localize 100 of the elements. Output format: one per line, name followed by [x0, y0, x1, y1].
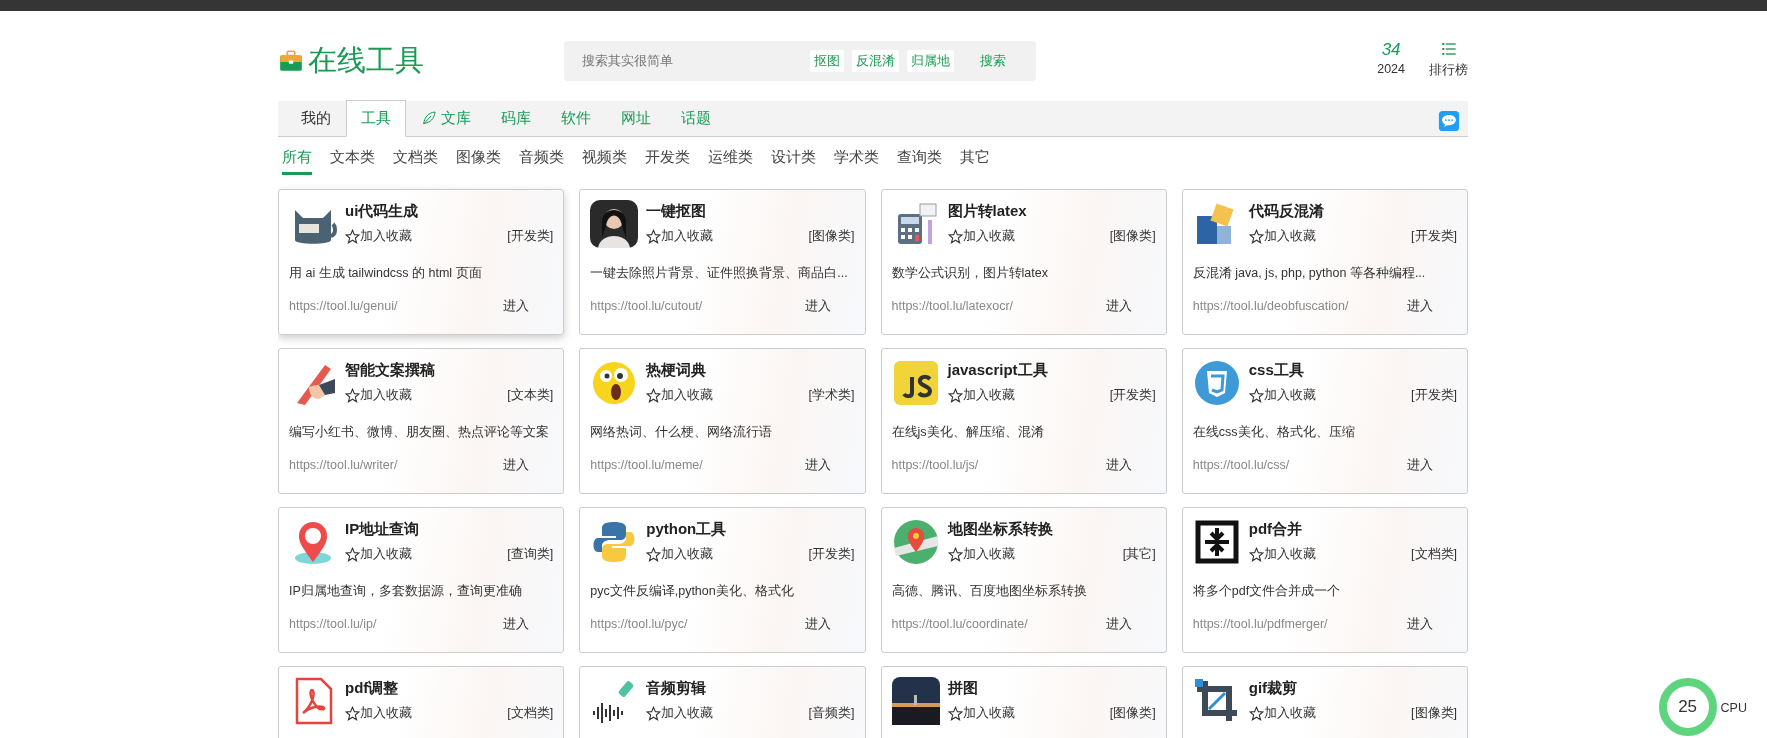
tool-card[interactable]: 智能文案撰稿 加入收藏 [文本类] 编写小红书、微博、朋友圈、热点评论等文案 https://tool.lu/writer/ 进入 — [278, 348, 565, 495]
nav-tab[interactable]: 我的 — [286, 100, 346, 137]
category-tab[interactable]: 开发类 — [645, 144, 690, 176]
category-label: [开发类] — [507, 227, 554, 245]
category-tab[interactable]: 所有 — [282, 144, 312, 176]
category-label: [开发类] — [1109, 386, 1156, 404]
tool-card[interactable]: 图片转latex 加入收藏 [图像类] 数学公式识别，图片转latex https://tool.lu/latexocr/ 进入 — [880, 189, 1167, 336]
tool-title[interactable]: javascript工具 — [947, 359, 1156, 382]
tool-card[interactable]: gif裁剪 加入收藏 [图像类] — [1181, 666, 1468, 738]
star-icon — [1248, 546, 1264, 562]
tool-description: 用 ai 生成 tailwindcss 的 html 页面 — [289, 265, 483, 283]
category-tab[interactable]: 查询类 — [897, 144, 942, 176]
favorite-link[interactable]: 加入收藏 — [947, 703, 1015, 723]
favorite-link[interactable]: 加入收藏 — [1248, 226, 1316, 246]
tool-card[interactable]: 热梗词典 加入收藏 [学术类] 网络热词、什么梗、网络流行语 https://tool.lu/meme/ 进入 — [579, 348, 866, 495]
tool-title[interactable]: 智能文案撰稿 — [345, 359, 554, 382]
tool-url[interactable]: https://tool.lu/pdfmerger/ — [1192, 615, 1328, 634]
favorite-link[interactable]: 加入收藏 — [345, 703, 412, 723]
favorite-link[interactable]: 加入收藏 — [947, 544, 1015, 564]
tool-card[interactable]: pdf调整 加入收藏 [文档类] — [278, 666, 565, 738]
tool-url[interactable]: https://tool.lu/meme/ — [590, 456, 703, 475]
tool-url[interactable]: https://tool.lu/css/ — [1192, 456, 1290, 475]
ranking-link[interactable]: 排行榜 — [1429, 61, 1468, 81]
enter-link[interactable]: 进入 — [503, 456, 530, 475]
tool-url[interactable]: https://tool.lu/pyc/ — [590, 615, 688, 634]
tool-title[interactable]: ui代码生成 — [345, 200, 554, 223]
favorite-link[interactable]: 加入收藏 — [1248, 703, 1316, 723]
tool-title[interactable]: IP地址查询 — [345, 518, 554, 541]
tool-description: IP归属地查询，多套数据源，查询更准确 — [289, 583, 523, 601]
favorite-link[interactable]: 加入收藏 — [947, 226, 1015, 246]
category-label: [图像类] — [1109, 227, 1156, 245]
tool-card[interactable]: IP地址查询 加入收藏 [查询类] IP归属地查询，多套数据源，查询更准确 https://tool.lu/ip/ 进入 — [278, 507, 565, 654]
tool-card[interactable]: 音频剪辑 加入收藏 [音频类] — [579, 666, 866, 738]
enter-link[interactable]: 进入 — [1105, 456, 1132, 475]
tool-url[interactable]: https://tool.lu/latexocr/ — [891, 297, 1014, 316]
enter-link[interactable]: 进入 — [1105, 615, 1132, 634]
enter-link[interactable]: 进入 — [1407, 615, 1433, 634]
tool-title[interactable]: 拼图 — [947, 677, 1156, 700]
category-tab[interactable]: 音频类 — [519, 144, 564, 176]
tool-url[interactable]: https://tool.lu/deobfuscation/ — [1192, 297, 1349, 316]
tool-card[interactable]: python工具 加入收藏 [开发类] pyc文件反编译,python美化、格式化 https://tool.lu/pyc/ 进入 — [579, 507, 866, 654]
favorite-link[interactable]: 加入收藏 — [345, 544, 412, 564]
favorite-link[interactable]: 加入收藏 — [646, 385, 714, 405]
category-tab[interactable]: 文档类 — [393, 144, 438, 176]
category-tab[interactable]: 视频类 — [582, 144, 627, 176]
tool-title[interactable]: pdf调整 — [345, 677, 554, 700]
category-tab[interactable]: 设计类 — [771, 144, 816, 176]
search-field[interactable]: 搜索其实很简单 抠图 反混淆 归属地 搜索 — [564, 40, 1036, 81]
tool-card[interactable]: 地图坐标系转换 加入收藏 [其它] 高德、腾讯、百度地图坐标系转换 https://tool.lu/coordinate/ 进入 — [880, 507, 1167, 654]
tool-card[interactable]: javascript工具 加入收藏 [开发类] 在线js美化、解压缩、混淆 https://tool.lu/js/ 进入 — [880, 348, 1167, 495]
favorite-link[interactable]: 加入收藏 — [1248, 385, 1316, 405]
enter-link[interactable]: 进入 — [1105, 297, 1132, 316]
tool-card[interactable]: 代码反混淆 加入收藏 [开发类] 反混淆 java, js, php, python 等各种编程... https://tool.lu/deobfuscation/ 进入 — [1181, 189, 1468, 336]
tool-card[interactable]: ui代码生成 加入收藏 [开发类] 用 ai 生成 tailwindcss 的 html 页面 https://tool.lu/genui/ 进入 — [278, 189, 565, 336]
enter-link[interactable]: 进入 — [804, 456, 831, 475]
favorite-link[interactable]: 加入收藏 — [1248, 544, 1316, 564]
tool-url[interactable]: https://tool.lu/genui/ — [289, 297, 398, 316]
tool-title[interactable]: gif裁剪 — [1248, 677, 1457, 700]
category-tab[interactable]: 文本类 — [330, 144, 375, 176]
category-tab[interactable]: 图像类 — [456, 144, 501, 176]
search-chip[interactable]: 反混淆 — [852, 50, 899, 72]
search-chip[interactable]: 归属地 — [907, 50, 954, 72]
enter-link[interactable]: 进入 — [1407, 456, 1433, 475]
tool-title[interactable]: 热梗词典 — [646, 359, 855, 382]
tool-description: 一键去除照片背景、证件照换背景、商品白... — [590, 265, 849, 283]
tool-title[interactable]: 一键抠图 — [646, 200, 855, 223]
tool-url[interactable]: https://tool.lu/js/ — [891, 456, 979, 475]
tool-title[interactable]: 图片转latex — [947, 200, 1156, 223]
favorite-link[interactable]: 加入收藏 — [345, 385, 412, 405]
favorite-link[interactable]: 加入收藏 — [646, 544, 714, 564]
tool-card[interactable]: css工具 加入收藏 [开发类] 在线css美化、格式化、压缩 https://tool.lu/css/ 进入 — [1181, 348, 1468, 495]
category-label: [文档类] — [1411, 545, 1457, 563]
site-logo[interactable]: 在线工具 — [308, 39, 424, 83]
tool-title[interactable]: 地图坐标系转换 — [947, 518, 1156, 541]
tool-url[interactable]: https://tool.lu/ip/ — [289, 615, 377, 634]
category-tab[interactable]: 运维类 — [708, 144, 753, 176]
enter-link[interactable]: 进入 — [804, 615, 831, 634]
favorite-link[interactable]: 加入收藏 — [646, 226, 714, 246]
category-tab[interactable]: 学术类 — [834, 144, 879, 176]
tool-card[interactable]: 拼图 加入收藏 [图像类] — [880, 666, 1167, 738]
tool-title[interactable]: css工具 — [1248, 359, 1457, 382]
search-chip[interactable]: 抠图 — [810, 50, 844, 72]
enter-link[interactable]: 进入 — [804, 297, 831, 316]
tool-url[interactable]: https://tool.lu/cutout/ — [590, 297, 703, 316]
enter-link[interactable]: 进入 — [503, 297, 530, 316]
tool-title[interactable]: python工具 — [646, 518, 855, 541]
favorite-link[interactable]: 加入收藏 — [345, 226, 412, 246]
favorite-link[interactable]: 加入收藏 — [646, 703, 714, 723]
tool-title[interactable]: pdf合并 — [1248, 518, 1457, 541]
category-tab[interactable]: 其它 — [960, 144, 990, 176]
tool-url[interactable]: https://tool.lu/writer/ — [289, 456, 398, 475]
nav-tab[interactable]: 工具 — [346, 100, 406, 137]
favorite-link[interactable]: 加入收藏 — [947, 385, 1015, 405]
tool-title[interactable]: 音频剪辑 — [646, 677, 855, 700]
tool-card[interactable]: pdf合并 加入收藏 [文档类] 将多个pdf文件合并成一个 https://tool.lu/pdfmerger/ 进入 — [1181, 507, 1468, 654]
enter-link[interactable]: 进入 — [503, 615, 530, 634]
enter-link[interactable]: 进入 — [1407, 297, 1433, 316]
tool-title[interactable]: 代码反混淆 — [1248, 200, 1457, 223]
tool-card[interactable]: 一键抠图 加入收藏 [图像类] 一键去除照片背景、证件照换背景、商品白... https://tool.lu/cutout/ 进入 — [579, 189, 866, 336]
tool-url[interactable]: https://tool.lu/coordinate/ — [891, 615, 1028, 634]
